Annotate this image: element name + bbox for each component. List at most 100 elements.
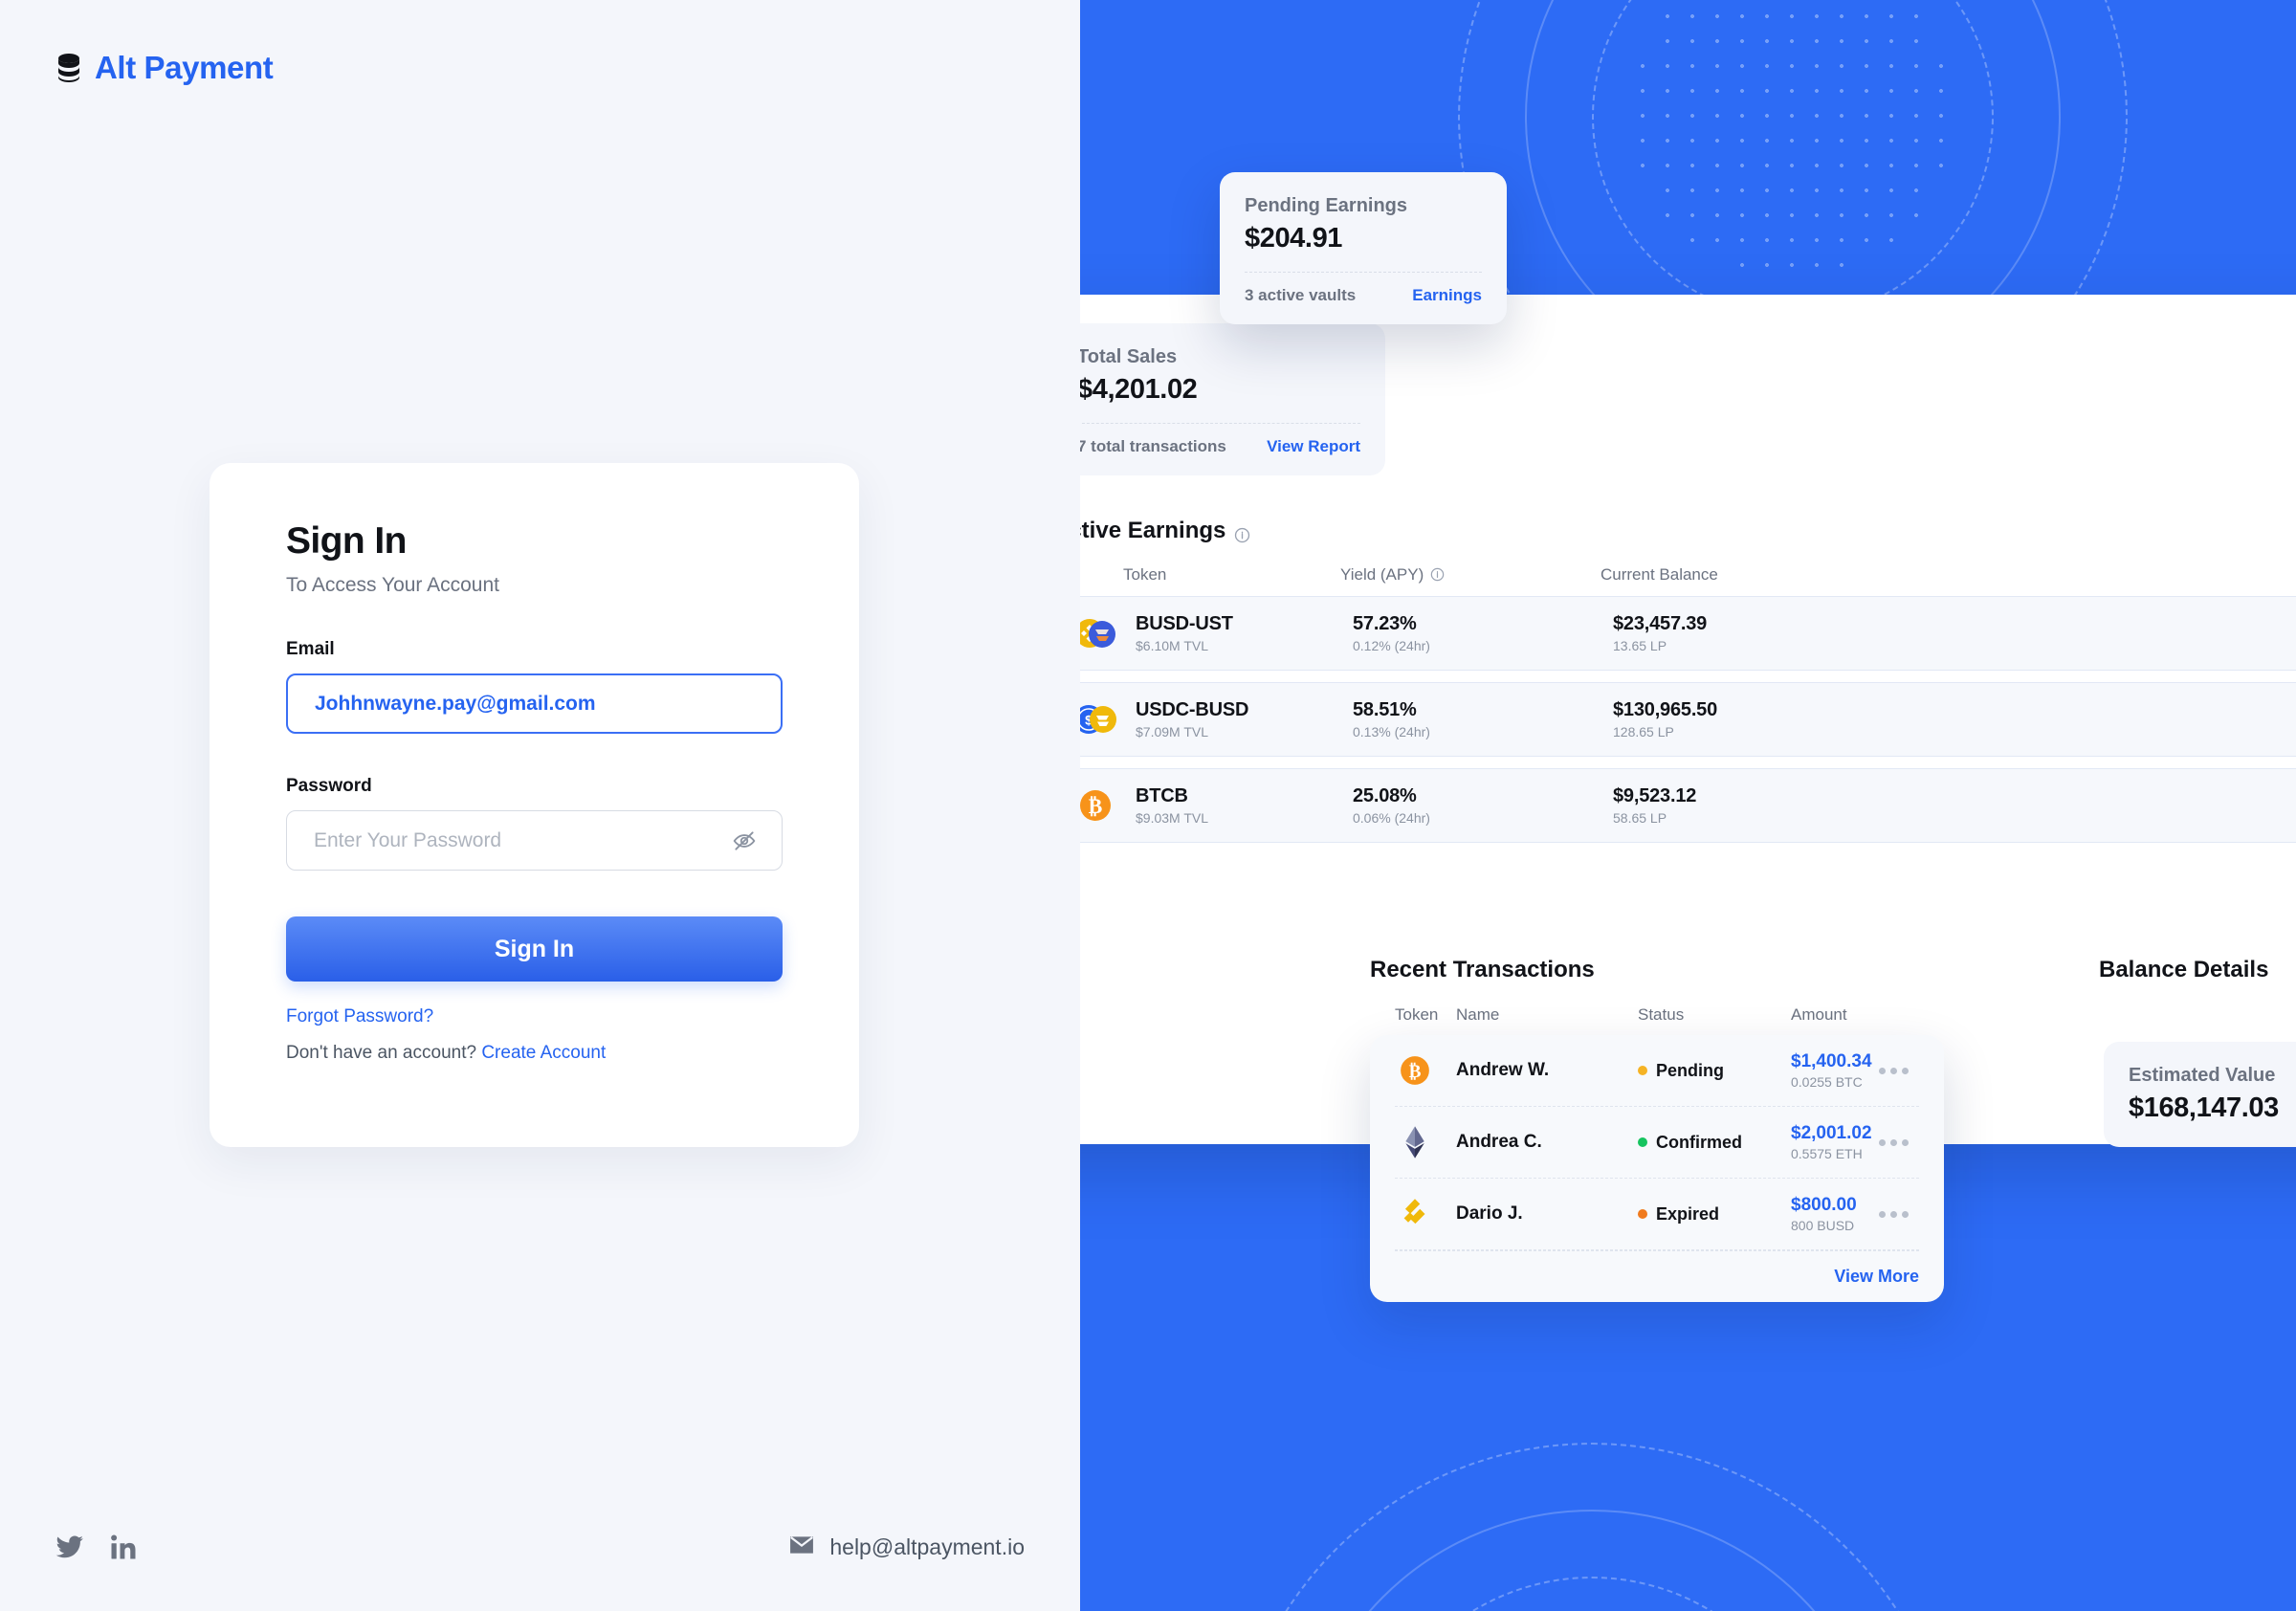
earnings-balance: $23,457.39 (1613, 613, 1708, 634)
no-account-text: Don't have an account? (286, 1043, 477, 1063)
eye-off-icon[interactable] (732, 828, 757, 853)
column-header-amount: Amount (1791, 1005, 1847, 1024)
column-header-yield-label: Yield (APY) (1340, 565, 1424, 584)
twitter-icon[interactable] (55, 1533, 84, 1561)
recent-transactions-title: Recent Transactions (1370, 957, 1595, 982)
status-dot (1638, 1137, 1647, 1147)
column-header-yield: Yield (APY) (1340, 565, 1601, 585)
view-more-link[interactable]: View More (1834, 1267, 1919, 1287)
recent-transactions-header: Token Name Status Amount (1370, 1005, 1944, 1025)
transaction-amount-sub: 0.0255 BTC (1791, 1074, 1863, 1090)
status-dot (1638, 1066, 1647, 1075)
active-earnings-header: Token Yield (APY) Current Balance (1080, 565, 2296, 585)
transaction-row[interactable]: ₿ Andrew W. Pending $1,400.34 0.0255 BTC (1395, 1035, 1919, 1107)
create-account-row: Don't have an account? Create Account (286, 1043, 783, 1064)
transaction-row[interactable]: Andrea C. Confirmed $2,001.02 0.5575 ETH (1395, 1107, 1919, 1179)
page-title: Sign In (286, 520, 407, 562)
recent-transactions-card: ₿ Andrew W. Pending $1,400.34 0.0255 BTC (1370, 1035, 1944, 1302)
earnings-token-name: BTCB (1136, 785, 1188, 806)
password-input[interactable] (287, 811, 782, 870)
email-input-shell[interactable] (286, 673, 783, 734)
page-subtitle: To Access Your Account (286, 574, 499, 596)
sign-in-button[interactable]: Sign In (286, 916, 783, 982)
transaction-status: Confirmed (1638, 1133, 1791, 1153)
earnings-balance: $9,523.12 (1613, 785, 1697, 806)
busd-ust-pair-icon (1080, 610, 1118, 656)
svg-text:₿: ₿ (1089, 794, 1103, 818)
more-dots-icon[interactable] (1879, 1210, 1919, 1218)
kpi-value: $204.91 (1245, 223, 1343, 254)
transaction-status: Pending (1638, 1061, 1791, 1081)
earnings-token-tvl: $6.10M TVL (1136, 638, 1209, 653)
earnings-balance-sub: 58.65 LP (1613, 810, 1667, 826)
info-icon[interactable] (1430, 567, 1446, 584)
kpi-row: Total Sales $4,201.02 7 total transactio… (1080, 323, 2296, 475)
view-report-link[interactable]: View Report (1267, 437, 1360, 456)
binance-usd-icon (1395, 1194, 1435, 1234)
transaction-amount-sub: 800 BUSD (1791, 1218, 1855, 1233)
auth-pane: Alt Payment Sign In To Access Your Accou… (0, 0, 1080, 1611)
mail-icon (789, 1534, 814, 1560)
estimated-value-amount: $168,147.03 (2129, 1092, 2279, 1123)
email-input[interactable] (288, 675, 781, 732)
status-label: Expired (1656, 1203, 1720, 1224)
kpi-label: Pending Earnings (1245, 195, 1408, 216)
bitcoin-icon: ₿ (1080, 783, 1118, 828)
earnings-row[interactable]: $ USDC-BUSD $7.09M TVL 58.51% 0.13% (24h… (1080, 682, 2296, 757)
help-contact[interactable]: help@altpayment.io (789, 1534, 1025, 1560)
transaction-status: Expired (1638, 1204, 1791, 1225)
showcase-pane: Alt Payment John Wayne Johhnwayne.pay@gm… (1080, 0, 2296, 1611)
more-dots-icon[interactable] (1879, 1067, 1919, 1074)
bitcoin-icon: ₿ (1395, 1050, 1435, 1091)
earnings-row[interactable]: BUSD-UST $6.10M TVL 57.23% 0.12% (24hr) … (1080, 596, 2296, 671)
column-header-status: Status (1638, 1005, 1685, 1024)
database-stack-icon (55, 53, 82, 83)
forgot-password-link[interactable]: Forgot Password? (286, 1006, 783, 1027)
page-root: Alt Payment Sign In To Access Your Accou… (0, 0, 2296, 1611)
earnings-row[interactable]: ₿ BTCB $9.03M TVL 25.08% 0.06% (24hr) $9… (1080, 768, 2296, 843)
kpi-subtext: 7 total transactions (1080, 437, 1226, 455)
status-label: Confirmed (1656, 1132, 1742, 1152)
brand-name: Alt Payment (95, 50, 274, 85)
earnings-apy: 25.08% (1353, 785, 1417, 806)
earnings-token-name: BUSD-UST (1136, 613, 1233, 634)
kpi-divider (1080, 423, 1360, 424)
kpi-total-sales: Total Sales $4,201.02 7 total transactio… (1080, 323, 1385, 475)
earnings-apy-sub: 0.13% (24hr) (1353, 724, 1430, 739)
estimated-value-card: Estimated Value $168,147.03 (2104, 1042, 2296, 1147)
earnings-token-tvl: $7.09M TVL (1136, 724, 1209, 739)
password-input-shell[interactable] (286, 810, 783, 871)
create-account-link[interactable]: Create Account (481, 1043, 606, 1063)
more-dots-icon[interactable] (1879, 1138, 1919, 1146)
transaction-amount: $1,400.34 (1791, 1051, 1872, 1071)
estimated-value-label: Estimated Value (2129, 1065, 2276, 1086)
transaction-amount-sub: 0.5575 ETH (1791, 1146, 1863, 1161)
earnings-link[interactable]: Earnings (1412, 286, 1482, 305)
section-title-text: Active Earnings (1080, 518, 1226, 543)
column-header-token: Token (1123, 565, 1167, 584)
earnings-token-name: USDC-BUSD (1136, 699, 1249, 720)
kpi-value: $4,201.02 (1080, 374, 1198, 405)
earnings-balance: $130,965.50 (1613, 699, 1718, 720)
password-label: Password (286, 776, 372, 796)
kpi-label: Total Sales (1080, 346, 1178, 367)
earnings-balance-sub: 13.65 LP (1613, 638, 1667, 653)
brand-logo[interactable]: Alt Payment (55, 50, 274, 86)
transaction-name: Andrew W. (1456, 1060, 1550, 1080)
column-header-name: Name (1456, 1005, 1500, 1024)
kpi-pending-earnings: Pending Earnings $204.91 3 active vaults… (1220, 172, 1507, 324)
earnings-balance-sub: 128.65 LP (1613, 724, 1674, 739)
transaction-name: Dario J. (1456, 1203, 1523, 1224)
status-dot (1638, 1209, 1647, 1219)
earnings-apy: 58.51% (1353, 699, 1417, 720)
transaction-row[interactable]: Dario J. Expired $800.00 800 BUSD (1395, 1179, 1919, 1250)
kpi-subtext: 3 active vaults (1245, 286, 1357, 304)
status-label: Pending (1656, 1060, 1724, 1080)
active-earnings-title: Active Earnings (1080, 518, 2296, 544)
earnings-apy-sub: 0.06% (24hr) (1353, 810, 1430, 826)
earnings-apy-sub: 0.12% (24hr) (1353, 638, 1430, 653)
login-card: Sign In To Access Your Account Email Pas… (210, 463, 859, 1147)
usdc-busd-pair-icon: $ (1080, 696, 1118, 742)
linkedin-icon[interactable] (109, 1533, 138, 1561)
info-icon[interactable] (1234, 523, 1250, 542)
